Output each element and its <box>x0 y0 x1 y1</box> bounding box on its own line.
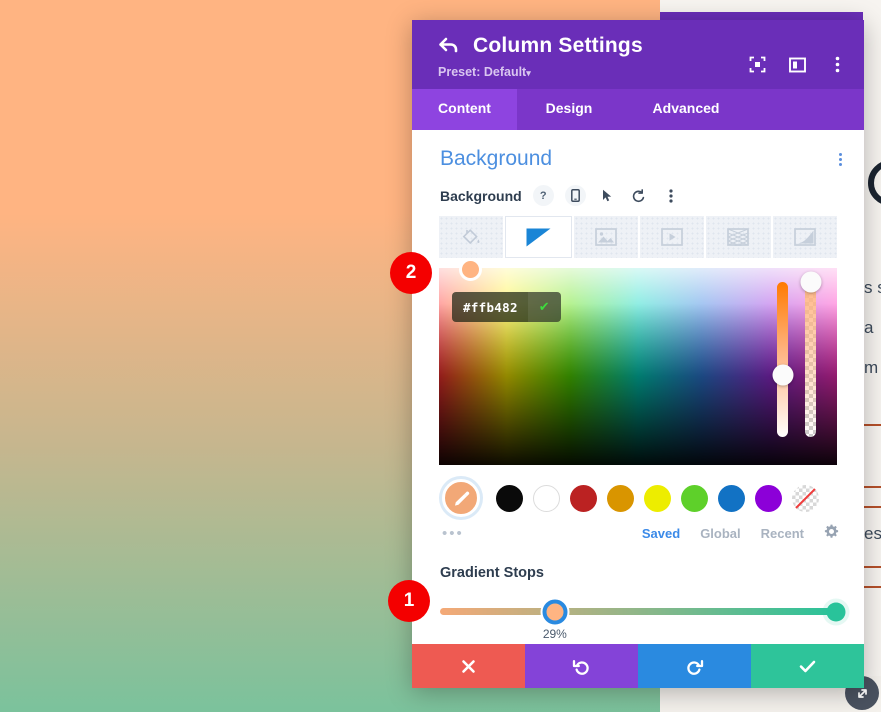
back-arrow-icon[interactable] <box>438 36 459 57</box>
color-picker-handle[interactable] <box>459 258 482 281</box>
page-divider <box>864 566 881 568</box>
responsive-mobile-icon[interactable] <box>564 185 586 206</box>
color-picker-canvas[interactable]: #ffb482 ✔ <box>439 258 837 465</box>
cancel-button[interactable] <box>412 644 525 688</box>
tab-content[interactable]: Content <box>412 89 517 130</box>
hex-input[interactable]: #ffb482 <box>452 293 528 322</box>
header-icon-group <box>749 56 846 73</box>
background-type-tabs <box>412 216 864 258</box>
swatch-black[interactable] <box>496 484 523 512</box>
gradient-stops-slider[interactable]: 29% <box>440 599 846 641</box>
swatch-white[interactable] <box>533 484 560 512</box>
gradient-stop-selected[interactable] <box>542 599 568 625</box>
swatch-footer: ••• Saved Global Recent <box>412 517 864 543</box>
help-icon[interactable]: ? <box>532 185 554 206</box>
page-divider <box>864 486 881 488</box>
section-header: Background <box>412 130 864 179</box>
more-swatches-icon[interactable]: ••• <box>442 525 464 542</box>
saturation-slider-handle[interactable] <box>772 364 793 386</box>
swatch-green[interactable] <box>681 484 708 512</box>
field-label: Background <box>440 187 522 204</box>
annotation-badge-2: 2 <box>390 252 432 294</box>
gradient-stop-value: 29% <box>542 627 567 641</box>
hex-input-group: #ffb482 ✔ <box>452 292 561 322</box>
background-pattern-tab[interactable] <box>706 216 771 258</box>
swatch-tab-global[interactable]: Global <box>700 526 740 541</box>
reset-icon[interactable] <box>629 185 650 206</box>
page-text-fragment: m <box>864 358 879 377</box>
tab-advanced[interactable]: Advanced <box>621 89 751 130</box>
tab-design[interactable]: Design <box>517 89 621 130</box>
modal-header: Column Settings Preset: Default▾ <box>412 20 864 89</box>
layout-panel-icon[interactable] <box>789 56 806 73</box>
background-color-tab[interactable] <box>439 216 504 258</box>
undo-button[interactable] <box>525 644 638 688</box>
color-swatch-row <box>412 465 864 517</box>
column-settings-modal: Column Settings Preset: Default▾ Content… <box>412 20 864 688</box>
page-title: Column Settings <box>473 34 643 57</box>
background-video-tab[interactable] <box>639 216 705 258</box>
swatch-blue[interactable] <box>718 484 745 512</box>
swatch-tab-recent[interactable]: Recent <box>761 526 804 541</box>
alpha-slider-handle[interactable] <box>800 271 821 293</box>
gradient-stop-end[interactable] <box>826 602 846 622</box>
checkmark-icon[interactable]: ✔ <box>527 292 561 322</box>
field-label-row: Background ? <box>412 179 864 216</box>
eyedropper-icon[interactable] <box>442 479 480 517</box>
save-button[interactable] <box>751 644 864 688</box>
page-divider <box>864 424 881 426</box>
page-divider <box>864 506 881 508</box>
alpha-slider[interactable] <box>800 271 821 437</box>
chevron-down-icon: ▾ <box>526 68 531 78</box>
page-text-fragment: s s <box>864 278 881 297</box>
swatch-yellow[interactable] <box>644 484 671 512</box>
swatch-transparent[interactable] <box>792 484 819 512</box>
swatch-tab-saved[interactable]: Saved <box>642 526 680 541</box>
page-divider <box>864 586 881 588</box>
swatch-purple[interactable] <box>755 484 782 512</box>
gradient-stops-label: Gradient Stops <box>440 565 544 581</box>
modal-body: Background Background ? #ffb482 ✔ ••• Sa… <box>412 130 864 644</box>
modal-tabs: Content Design Advanced <box>412 89 864 130</box>
swatch-dark-red[interactable] <box>570 484 597 512</box>
field-more-icon[interactable] <box>661 185 682 206</box>
gradient-stops-track[interactable] <box>440 608 836 615</box>
background-gradient-tab[interactable] <box>505 216 572 258</box>
focus-target-icon[interactable] <box>749 56 766 73</box>
color-picker-area: #ffb482 ✔ <box>412 258 864 465</box>
page-text-fragment: es <box>864 524 881 543</box>
redo-button[interactable] <box>638 644 751 688</box>
annotation-badge-1: 1 <box>388 580 430 622</box>
swatch-tab-group: Saved Global Recent <box>642 524 839 543</box>
section-more-icon[interactable] <box>839 151 842 168</box>
section-title: Background <box>440 147 553 170</box>
preset-label: Preset: Default <box>438 65 527 79</box>
gear-icon[interactable] <box>824 524 839 543</box>
swatch-orange[interactable] <box>607 484 634 512</box>
page-text-fragment: a <box>864 318 874 337</box>
background-image-tab[interactable] <box>573 216 638 258</box>
more-options-icon[interactable] <box>829 56 846 73</box>
hover-cursor-icon[interactable] <box>597 185 618 206</box>
background-mask-tab[interactable] <box>772 216 837 258</box>
saturation-slider[interactable] <box>772 282 793 437</box>
modal-action-bar <box>412 644 864 688</box>
